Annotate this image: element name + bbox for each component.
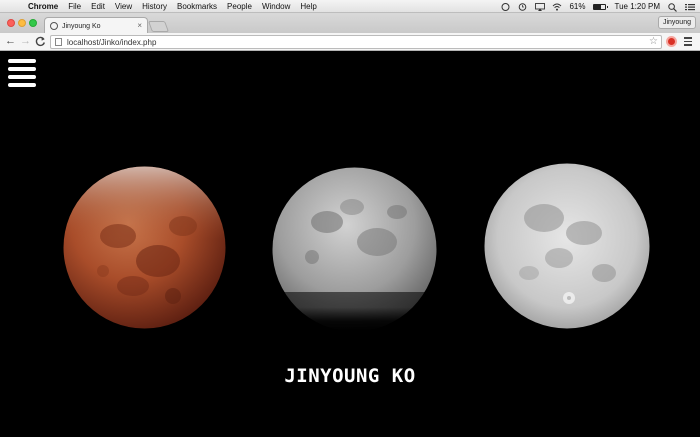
hamburger-menu-icon[interactable]: [8, 59, 36, 87]
tab-jinyoung-ko[interactable]: Jinyoung Ko ×: [44, 17, 148, 34]
menu-history[interactable]: History: [142, 0, 167, 13]
minimize-window-button[interactable]: [18, 19, 26, 27]
reload-icon[interactable]: [34, 35, 47, 48]
menu-window[interactable]: Window: [262, 0, 290, 13]
battery-icon[interactable]: [593, 3, 609, 10]
clock[interactable]: Tue 1:20 PM: [614, 2, 660, 11]
tab-title: Jinyoung Ko: [62, 22, 101, 30]
menu-edit[interactable]: Edit: [91, 0, 105, 13]
spotlight-icon[interactable]: [668, 2, 677, 12]
time-machine-icon[interactable]: [518, 2, 527, 11]
bookmark-star-icon[interactable]: ☆: [649, 36, 658, 48]
extension-icon[interactable]: [666, 36, 677, 47]
tab-favicon-icon: [50, 22, 58, 30]
adobe-icon[interactable]: [501, 2, 510, 11]
menu-view[interactable]: View: [115, 0, 132, 13]
forward-arrow-icon[interactable]: →: [19, 35, 32, 48]
tab-close-icon[interactable]: ×: [137, 22, 142, 30]
chrome-menu-icon[interactable]: [684, 37, 692, 46]
red-eclipse-moon-image: [63, 166, 226, 329]
browser-toolbar: ← → localhost/Jinko/index.php ☆: [0, 33, 700, 51]
close-window-button[interactable]: [7, 19, 15, 27]
macos-menu-bar: Chrome File Edit View History Bookmarks …: [0, 0, 700, 13]
menu-people[interactable]: People: [227, 0, 252, 13]
menu-help[interactable]: Help: [300, 0, 316, 13]
page-icon: [55, 38, 62, 46]
profile-button[interactable]: Jinyoung: [657, 16, 696, 29]
url-text[interactable]: localhost/Jinko/index.php: [67, 38, 649, 47]
new-tab-button[interactable]: [147, 21, 170, 32]
tab-strip: Jinyoung Ko × Jinyoung: [0, 13, 700, 34]
back-arrow-icon[interactable]: ←: [4, 35, 17, 48]
wifi-icon[interactable]: [552, 3, 562, 11]
battery-percent: 61%: [569, 2, 586, 11]
menu-bookmarks[interactable]: Bookmarks: [177, 0, 217, 13]
full-moon-image: [484, 163, 650, 329]
partial-eclipse-moon-image: [272, 167, 437, 332]
page-viewport: JINYOUNG KO: [0, 52, 700, 437]
menu-app-chrome[interactable]: Chrome: [28, 0, 58, 13]
battery-fill: [594, 4, 602, 9]
site-name-heading: JINYOUNG KO: [284, 365, 416, 387]
notification-center-icon[interactable]: [685, 3, 695, 11]
fullscreen-window-button[interactable]: [29, 19, 37, 27]
menu-bar-status-area: 61% Tue 1:20 PM: [501, 0, 695, 13]
menu-file[interactable]: File: [68, 0, 81, 13]
address-bar[interactable]: localhost/Jinko/index.php ☆: [50, 35, 662, 49]
airplay-icon[interactable]: [535, 2, 546, 11]
